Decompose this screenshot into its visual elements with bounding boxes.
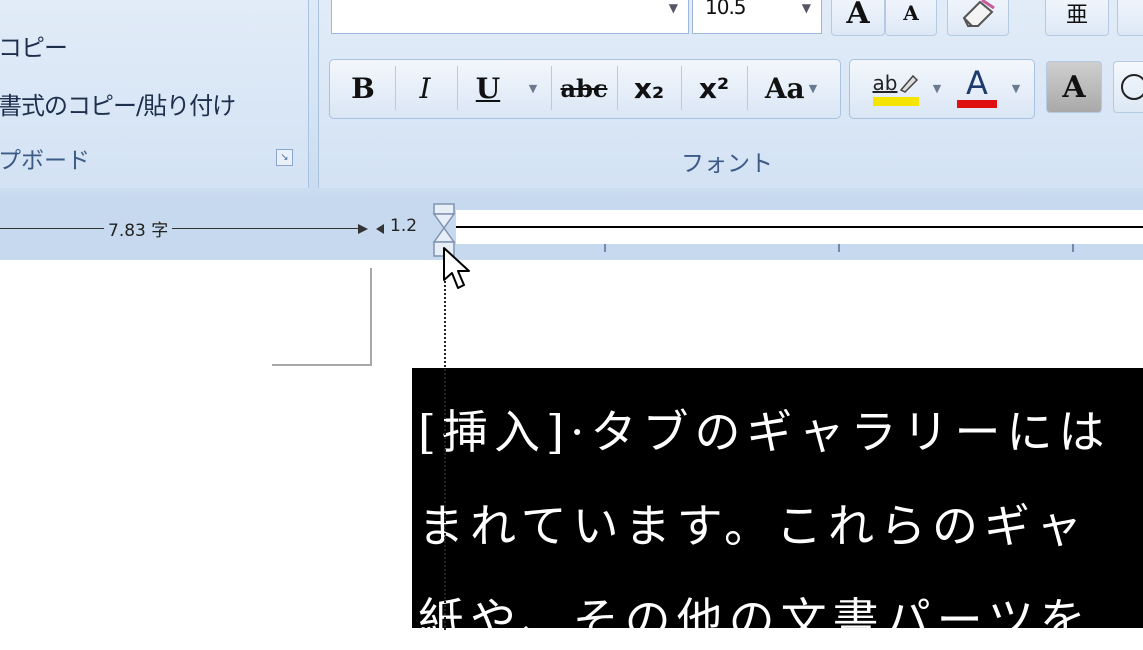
- width-dimension-line: [0, 228, 362, 229]
- highlight-dropdown-chevron-down-icon[interactable]: ▼: [925, 61, 949, 115]
- eraser-icon: [962, 0, 995, 27]
- shrink-font-button[interactable]: A: [885, 0, 937, 36]
- shrink-font-icon: A: [903, 1, 919, 25]
- divider: [681, 66, 682, 110]
- clipboard-dialog-launcher-icon[interactable]: ↘: [276, 149, 293, 166]
- divider: [617, 66, 618, 110]
- clipboard-group-label: プボード: [0, 148, 90, 174]
- enclosed-character-button[interactable]: [1113, 61, 1143, 113]
- font-color-swatch: [957, 100, 997, 108]
- enclose-characters-button[interactable]: [1117, 0, 1143, 36]
- font-color-dropdown-chevron-down-icon[interactable]: ▼: [1005, 61, 1027, 115]
- grow-font-button[interactable]: A: [831, 0, 885, 36]
- arrow-right-icon: [358, 224, 368, 234]
- copy-button[interactable]: コピー: [0, 28, 68, 63]
- copy-label: コピー: [0, 34, 68, 62]
- change-case-icon: Aa: [764, 71, 805, 105]
- document-text-line[interactable]: [挿入]·タブのギャラリーには: [418, 396, 1111, 462]
- page-margin-corner: [272, 268, 372, 366]
- divider: [457, 66, 458, 110]
- italic-icon: I: [419, 71, 431, 105]
- ruler-guide-line: [456, 226, 1143, 228]
- chevron-down-icon[interactable]: ▼: [669, 1, 678, 15]
- font-name-combobox[interactable]: ▼: [331, 0, 689, 34]
- arrow-left-icon: [376, 224, 384, 234]
- phonetic-guide-button[interactable]: 亜: [1045, 0, 1109, 36]
- underline-dropdown-chevron-down-icon[interactable]: ▼: [519, 61, 547, 115]
- ruler-tick: [838, 244, 840, 252]
- highlighter-icon: ab: [872, 70, 898, 95]
- document-text-line[interactable]: まれています。これらのギャ: [418, 490, 1088, 556]
- width-measurement-label: 7.83 字: [104, 216, 173, 241]
- font-group: ▼ 10.5 ▼ A A 亜 B I U ▼ abc x₂ x² Aa ▼ ab…: [318, 0, 1143, 188]
- underline-icon: U: [475, 71, 501, 105]
- enclosed-circle-icon: [1121, 74, 1143, 100]
- strikethrough-button[interactable]: abc: [553, 61, 615, 115]
- chevron-down-icon[interactable]: ▼: [809, 82, 817, 95]
- underline-button[interactable]: U: [459, 61, 517, 115]
- divider: [395, 66, 396, 110]
- font-color-icon: A: [966, 64, 988, 102]
- chevron-down-icon[interactable]: ▼: [802, 1, 811, 15]
- format-painter-label: 書式のコピー/貼り付け: [0, 92, 236, 120]
- font-size-value: 10.5: [705, 0, 747, 19]
- indent-guide-line: [444, 250, 446, 630]
- document-text-line[interactable]: 紙や、その他の文書パーツを: [418, 584, 1092, 650]
- clipboard-group: コピー 書式のコピー/貼り付け プボード ↘: [0, 0, 309, 188]
- strikethrough-icon: abc: [560, 73, 608, 103]
- font-size-combobox[interactable]: 10.5 ▼: [692, 0, 822, 34]
- bold-icon: B: [351, 71, 375, 105]
- clear-formatting-button[interactable]: [947, 0, 1009, 36]
- divider: [747, 66, 748, 110]
- change-case-button[interactable]: Aa ▼: [751, 61, 831, 115]
- font-color-button[interactable]: A: [951, 61, 1003, 115]
- superscript-button[interactable]: x²: [683, 61, 745, 115]
- character-shading-icon: A: [1062, 69, 1086, 105]
- divider: [551, 66, 552, 110]
- superscript-icon: x²: [698, 71, 730, 105]
- subscript-icon: x₂: [633, 71, 665, 105]
- phonetic-guide-icon: 亜: [1065, 3, 1088, 28]
- ruler-tick: [604, 244, 606, 252]
- pen-icon: [900, 74, 919, 93]
- grow-font-icon: A: [846, 0, 870, 31]
- highlight-color-swatch: [873, 96, 919, 106]
- indent-measurement-label: 1.2: [386, 216, 422, 236]
- ruler-tick: [1072, 244, 1074, 252]
- mouse-pointer-icon: [443, 247, 470, 289]
- italic-button[interactable]: I: [397, 61, 453, 115]
- ribbon: コピー 書式のコピー/貼り付け プボード ↘ ▼ 10.5 ▼ A A 亜 B …: [0, 0, 1143, 196]
- subscript-button[interactable]: x₂: [619, 61, 679, 115]
- character-shading-button[interactable]: A: [1046, 61, 1102, 113]
- format-painter-button[interactable]: 書式のコピー/貼り付け: [0, 86, 236, 121]
- font-group-label: フォント: [681, 151, 773, 177]
- bold-button[interactable]: B: [333, 61, 393, 115]
